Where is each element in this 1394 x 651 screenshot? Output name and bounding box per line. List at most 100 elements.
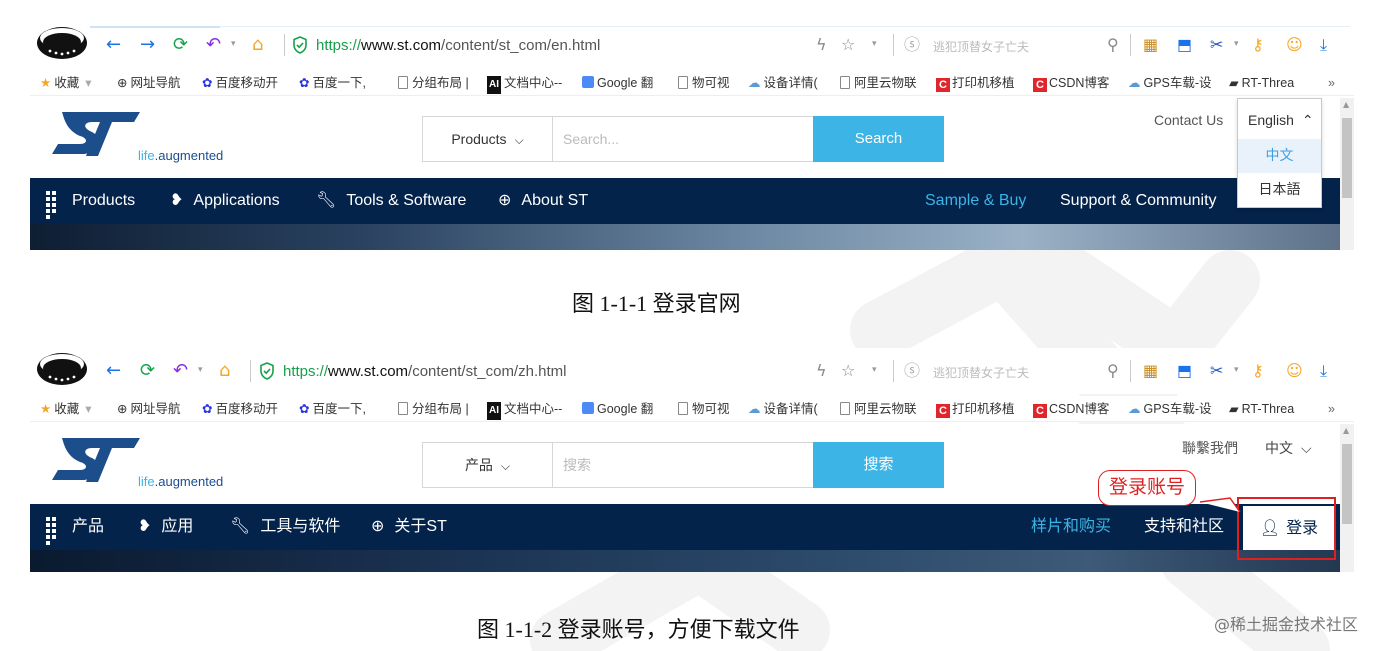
key-icon[interactable]: ⚷: [1252, 35, 1264, 55]
address-bar[interactable]: https://www.st.com/content/st_com/zh.htm…: [283, 362, 566, 382]
smiley-icon[interactable]: ☺: [1286, 35, 1303, 55]
screenshot-icon[interactable]: ⬒: [1177, 361, 1192, 381]
bookmark-item[interactable]: Google 翻: [582, 400, 653, 418]
products-select[interactable]: 产品 ⌵: [422, 442, 553, 488]
browser-logo-icon[interactable]: [36, 352, 88, 386]
nav-sample-buy[interactable]: 样片和购买: [1031, 504, 1111, 550]
nav-tools[interactable]: 🔧︎ Tools & Software: [316, 178, 466, 224]
scrollbar-thumb[interactable]: [1342, 444, 1352, 524]
language-selector[interactable]: 中文 ⌵: [1265, 438, 1312, 458]
bookmark-item[interactable]: Google 翻: [582, 74, 653, 92]
bookmark-item[interactable]: ✿ 百度一下,: [299, 74, 366, 92]
nav-support[interactable]: Support & Community: [1060, 178, 1217, 224]
bookmark-item[interactable]: ▰ RT-Threa: [1229, 74, 1294, 92]
st-logo[interactable]: [48, 434, 144, 486]
bookmark-item[interactable]: ⊕ 网址导航: [117, 400, 181, 418]
key-icon[interactable]: ⚷: [1252, 361, 1264, 381]
page-scrollbar[interactable]: ▲: [1340, 98, 1354, 250]
browser-logo-icon[interactable]: [36, 26, 88, 60]
nav-applications[interactable]: ❥ Applications: [170, 178, 280, 224]
bookmark-item[interactable]: C 打印机移植: [936, 74, 1015, 92]
nav-tools[interactable]: 🔧︎ 工具与软件: [230, 504, 340, 550]
browser-search-input[interactable]: 逃犯顶替女子亡夫: [933, 364, 1029, 381]
bookmark-item[interactable]: 物可视: [678, 400, 730, 418]
search-engine-icon[interactable]: ⓢ: [904, 35, 920, 55]
lightning-icon[interactable]: ϟ: [816, 35, 827, 55]
bookmark-item[interactable]: AI 文档中心--: [487, 400, 562, 420]
bookmark-item[interactable]: ✿ 百度一下,: [299, 400, 366, 418]
bookmark-item[interactable]: 阿里云物联: [840, 400, 917, 418]
lightning-icon[interactable]: ϟ: [816, 361, 827, 381]
reload-icon[interactable]: ⟳: [140, 360, 155, 382]
bookmark-item[interactable]: 分组布局 |: [398, 74, 469, 92]
translate-icon[interactable]: ▦: [1143, 35, 1158, 55]
bookmarks-more-button[interactable]: »: [1328, 400, 1335, 418]
home-icon[interactable]: ⌂: [219, 360, 230, 382]
chevron-down-icon[interactable]: ▾: [1234, 39, 1239, 49]
bookmark-item[interactable]: ☁ 设备详情(: [748, 400, 818, 418]
reload-icon[interactable]: ⟳: [173, 34, 188, 56]
bookmark-item[interactable]: 分组布局 |: [398, 400, 469, 418]
back-arrow-icon[interactable]: ←: [106, 34, 121, 56]
download-icon[interactable]: ⤓: [1320, 35, 1327, 55]
bookmark-favorites[interactable]: ★ 收藏 ▾: [40, 74, 92, 92]
st-logo[interactable]: [48, 108, 144, 160]
home-icon[interactable]: ⌂: [252, 34, 263, 56]
bookmark-item[interactable]: ▰ RT-Threa: [1229, 400, 1294, 418]
nav-products[interactable]: 产品: [46, 504, 104, 550]
search-icon[interactable]: ⚲: [1107, 361, 1119, 381]
scissors-icon[interactable]: ✂: [1210, 35, 1223, 55]
chevron-down-icon[interactable]: ▾: [1234, 365, 1239, 375]
bookmark-item[interactable]: C CSDN博客: [1033, 74, 1109, 92]
bookmark-item[interactable]: AI 文档中心--: [487, 74, 562, 94]
smiley-icon[interactable]: ☺: [1286, 361, 1303, 381]
star-icon[interactable]: ☆: [841, 35, 855, 55]
translate-icon[interactable]: ▦: [1143, 361, 1158, 381]
nav-about[interactable]: ⊕ About ST: [498, 178, 588, 224]
language-option-chinese[interactable]: 中文: [1238, 139, 1321, 173]
contact-us-link[interactable]: 聯繫我們: [1182, 438, 1238, 458]
nav-products[interactable]: Products: [46, 178, 135, 224]
chevron-down-icon[interactable]: ▾: [872, 39, 877, 49]
scroll-up-icon[interactable]: ▲: [1343, 426, 1349, 435]
search-icon[interactable]: ⚲: [1107, 35, 1119, 55]
nav-about[interactable]: ⊕ 关于ST: [371, 504, 447, 550]
search-button[interactable]: Search: [813, 116, 944, 162]
language-current[interactable]: English ⌃: [1248, 112, 1314, 129]
chevron-down-icon[interactable]: ▾: [872, 365, 877, 375]
bookmark-favorites[interactable]: ★ 收藏 ▾: [40, 400, 92, 418]
scroll-up-icon[interactable]: ▲: [1343, 100, 1349, 109]
language-option-japanese[interactable]: 日本語: [1238, 173, 1321, 207]
scrollbar-thumb[interactable]: [1342, 118, 1352, 198]
bookmark-item[interactable]: ☁ GPS车载-设: [1128, 400, 1212, 418]
download-icon[interactable]: ⤓: [1320, 361, 1327, 381]
star-icon[interactable]: ☆: [841, 361, 855, 381]
bookmark-item[interactable]: ☁ GPS车载-设: [1128, 74, 1212, 92]
language-dropdown[interactable]: English ⌃ 中文 日本語: [1237, 98, 1322, 208]
products-select[interactable]: Products ⌵: [422, 116, 553, 162]
back-arrow-icon[interactable]: ←: [106, 360, 121, 382]
chevron-down-icon[interactable]: ▾: [198, 365, 203, 375]
nav-sample-buy[interactable]: Sample & Buy: [925, 178, 1026, 224]
site-search-input[interactable]: 搜索: [552, 442, 814, 488]
bookmark-item[interactable]: ✿ 百度移动开: [202, 400, 278, 418]
bookmark-item[interactable]: 阿里云物联: [840, 74, 917, 92]
chevron-down-icon[interactable]: ▾: [231, 39, 236, 49]
screenshot-icon[interactable]: ⬒: [1177, 35, 1192, 55]
bookmarks-more-button[interactable]: »: [1328, 74, 1335, 92]
bookmark-item[interactable]: C CSDN博客: [1033, 400, 1109, 418]
search-button[interactable]: 搜索: [813, 442, 944, 488]
site-search-input[interactable]: Search...: [552, 116, 814, 162]
bookmark-item[interactable]: ✿ 百度移动开: [202, 74, 278, 92]
nav-applications[interactable]: ❥ 应用: [138, 504, 193, 550]
scissors-icon[interactable]: ✂: [1210, 361, 1223, 381]
undo-close-icon[interactable]: ↶: [173, 360, 188, 382]
forward-arrow-icon[interactable]: →: [140, 34, 155, 56]
address-bar[interactable]: https://www.st.com/content/st_com/en.htm…: [316, 36, 600, 56]
undo-close-icon[interactable]: ↶: [206, 34, 221, 56]
contact-us-link[interactable]: Contact Us: [1154, 112, 1223, 128]
search-engine-icon[interactable]: ⓢ: [904, 361, 920, 381]
bookmark-item[interactable]: 物可视: [678, 74, 730, 92]
browser-search-input[interactable]: 逃犯顶替女子亡夫: [933, 38, 1029, 55]
bookmark-item[interactable]: ☁ 设备详情(: [748, 74, 818, 92]
